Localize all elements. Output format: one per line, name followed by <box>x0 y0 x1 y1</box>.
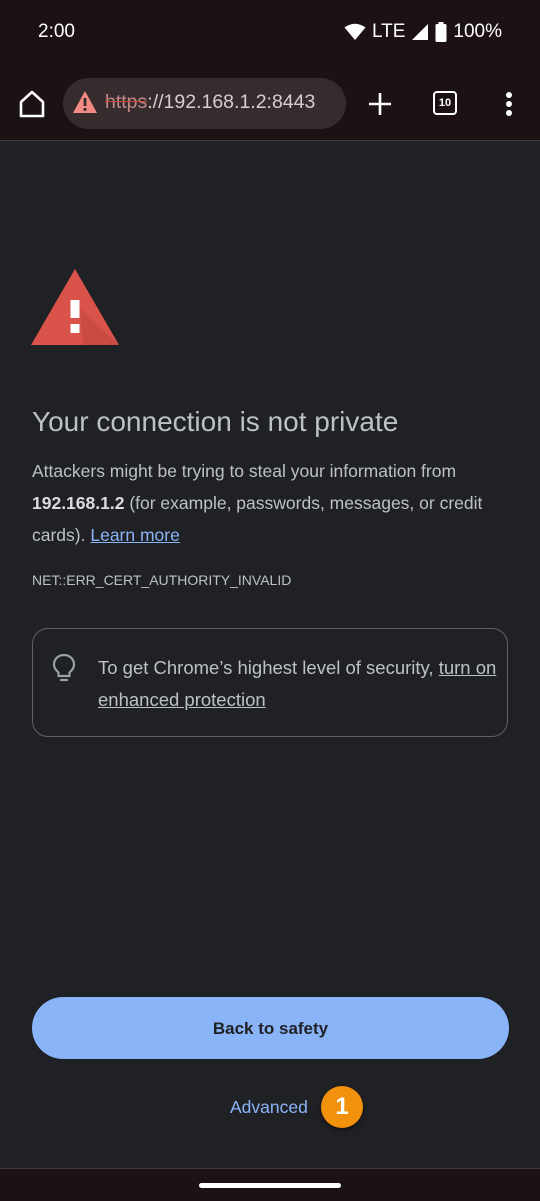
more-vert-icon[interactable] <box>497 88 521 120</box>
lightbulb-icon <box>52 653 76 682</box>
back-to-safety-button[interactable]: Back to safety <box>32 997 509 1059</box>
error-code: NET::ERR_CERT_AUTHORITY_INVALID <box>32 572 292 588</box>
step-badge: 1 <box>321 1086 363 1128</box>
learn-more-link[interactable]: Learn more <box>90 525 180 545</box>
status-icons: LTE 100% <box>344 20 502 44</box>
advanced-link[interactable]: Advanced <box>230 1097 308 1118</box>
not-secure-warning-icon[interactable] <box>72 90 98 114</box>
host-name: 192.168.1.2 <box>32 493 125 513</box>
protection-message: To get Chrome’s highest level of securit… <box>98 657 439 678</box>
signal-icon <box>412 24 429 40</box>
enhanced-protection-card: To get Chrome’s highest level of securit… <box>32 628 508 737</box>
wifi-icon <box>344 23 366 40</box>
warning-triangle-icon <box>31 269 119 345</box>
address-bar[interactable]: https://192.168.1.2:8443 <box>63 78 346 129</box>
protection-text: To get Chrome’s highest level of securit… <box>98 652 498 716</box>
network-type: LTE <box>371 21 406 42</box>
explanation-text: Attackers might be trying to steal your … <box>32 455 507 551</box>
status-time: 2:00 <box>38 21 75 42</box>
url-scheme: https <box>105 91 148 113</box>
explanation-before: Attackers might be trying to steal your … <box>32 461 457 481</box>
status-bar: 2:00 LTE 100% <box>0 0 540 64</box>
url-text[interactable]: https://192.168.1.2:8443 <box>105 91 315 114</box>
page-title: Your connection is not private <box>32 406 399 437</box>
navigation-bar <box>0 1168 540 1201</box>
battery-percent: 100% <box>453 21 502 42</box>
browser-toolbar: https://192.168.1.2:8443 10 <box>0 64 540 141</box>
url-host: ://192.168.1.2:8443 <box>147 91 316 113</box>
gesture-handle[interactable] <box>199 1183 341 1188</box>
home-icon[interactable] <box>16 88 48 120</box>
plus-icon[interactable] <box>364 88 396 120</box>
tab-switcher-icon[interactable]: 10 <box>433 91 457 115</box>
battery-icon <box>435 22 447 42</box>
